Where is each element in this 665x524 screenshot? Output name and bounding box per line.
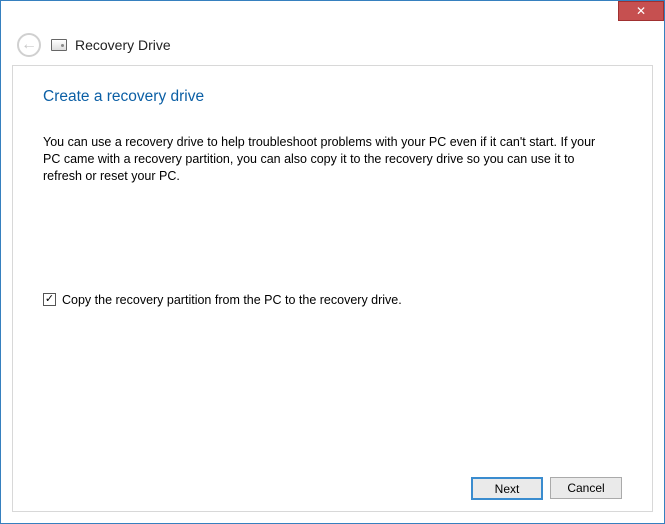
copy-partition-checkbox[interactable]: ✓ Copy the recovery partition from the P… bbox=[43, 293, 622, 307]
wizard-window: ✕ ← Recovery Drive Create a recovery dri… bbox=[0, 0, 665, 524]
arrow-left-icon: ← bbox=[21, 37, 37, 53]
check-icon: ✓ bbox=[45, 294, 54, 305]
drive-icon bbox=[51, 39, 67, 51]
button-row: Next Cancel bbox=[43, 477, 622, 500]
back-button[interactable]: ← bbox=[17, 33, 41, 57]
titlebar: ✕ bbox=[1, 1, 664, 31]
body-text: You can use a recovery drive to help tro… bbox=[43, 134, 603, 185]
page-heading: Create a recovery drive bbox=[43, 88, 622, 106]
cancel-button[interactable]: Cancel bbox=[550, 477, 622, 499]
app-title: Recovery Drive bbox=[75, 37, 171, 53]
checkbox-box: ✓ bbox=[43, 293, 56, 306]
spacer bbox=[43, 307, 622, 469]
close-icon: ✕ bbox=[636, 5, 646, 17]
close-button[interactable]: ✕ bbox=[618, 1, 664, 21]
next-button[interactable]: Next bbox=[471, 477, 543, 500]
content-panel: Create a recovery drive You can use a re… bbox=[12, 65, 653, 512]
header-row: ← Recovery Drive bbox=[1, 33, 664, 57]
checkbox-label: Copy the recovery partition from the PC … bbox=[62, 293, 402, 307]
